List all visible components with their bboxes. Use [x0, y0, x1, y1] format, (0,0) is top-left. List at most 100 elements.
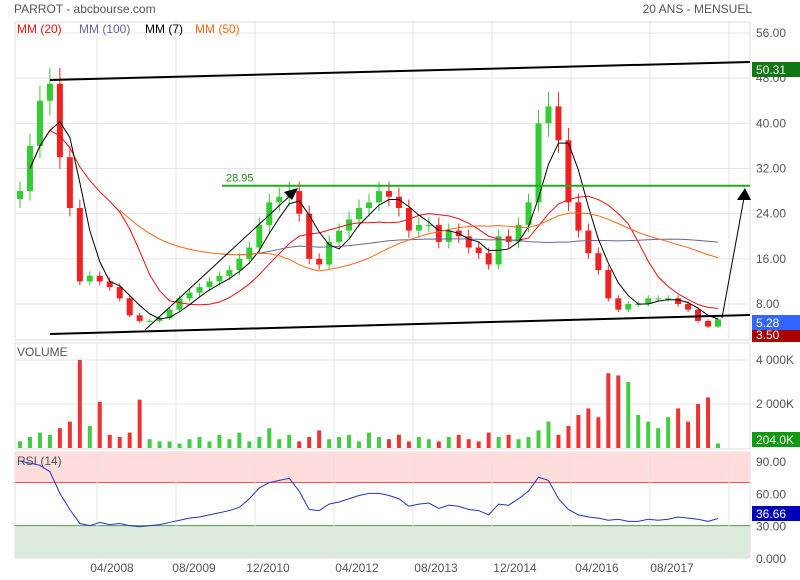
price-panel: [14, 21, 751, 341]
volume-bar: [406, 441, 411, 448]
rsi-tick-label: 30.00: [756, 520, 786, 534]
volume-bar: [546, 421, 551, 448]
volume-bar: [576, 415, 581, 448]
price-tick-label: 24.00: [756, 207, 786, 221]
candle-body: [306, 213, 313, 259]
volume-bar: [646, 421, 651, 448]
volume-bar: [27, 437, 32, 448]
volume-bar: [556, 434, 561, 448]
price-tick-label: 8.00: [756, 297, 780, 311]
volume-bar: [386, 439, 391, 448]
resistance-level-label: 28.95: [226, 173, 254, 185]
volume-bar: [217, 434, 222, 448]
candle-body: [17, 191, 23, 199]
volume-bar: [47, 434, 52, 448]
candle-body: [425, 224, 432, 226]
volume-bar: [446, 437, 451, 448]
date-tick-label: 12/2014: [493, 561, 537, 575]
volume-bar: [496, 437, 501, 448]
volume-title: VOLUME: [17, 345, 68, 359]
candle-body: [705, 320, 712, 327]
candle-body: [366, 202, 372, 209]
candle-body: [46, 83, 53, 101]
candle-body: [695, 309, 702, 321]
candle-body: [216, 275, 223, 282]
candle-body: [555, 106, 562, 141]
candle-body: [475, 247, 482, 254]
candle-body: [256, 224, 263, 248]
volume-bar: [347, 434, 352, 448]
volume-bar: [177, 443, 182, 448]
volume-bar: [117, 437, 122, 448]
date-tick-label: 04/2016: [575, 561, 619, 575]
volume-bar: [97, 401, 102, 448]
candle-body: [595, 253, 602, 271]
date-tick-label: 08/2009: [172, 561, 216, 575]
volume-bar: [187, 439, 192, 448]
candle-body: [675, 298, 682, 304]
volume-bar: [307, 437, 312, 448]
volume-bar: [157, 441, 162, 448]
candle-body: [146, 320, 153, 322]
volume-bar: [367, 432, 371, 448]
volume-bar: [526, 437, 531, 448]
candle-body: [56, 83, 63, 158]
candle-body: [385, 191, 392, 197]
volume-bar: [87, 426, 92, 448]
volume-bar: [147, 439, 152, 448]
candle-body: [226, 270, 233, 276]
price-tick-label: 40.00: [756, 116, 786, 130]
candle-body: [86, 275, 93, 282]
volume-bar: [716, 443, 720, 448]
volume-bar: [436, 441, 441, 448]
candle-body: [96, 275, 103, 282]
price-tick-label: 16.00: [756, 252, 786, 266]
legend-item: MM (7): [145, 22, 183, 36]
volume-bar: [686, 421, 691, 448]
volume-bar: [57, 428, 62, 448]
volume-tick-label: 4 000K: [756, 353, 794, 367]
candle-body: [605, 270, 612, 299]
volume-bar: [197, 437, 202, 448]
volume-bar: [137, 399, 142, 448]
candle-body: [375, 191, 382, 203]
volume-bar: [37, 432, 42, 448]
volume-tick-label: 2 000K: [756, 397, 794, 411]
volume-bar: [297, 441, 302, 448]
volume-bar: [606, 373, 611, 448]
volume-bar: [287, 434, 292, 448]
candle-body: [625, 304, 632, 310]
date-tick-label: 08/2013: [414, 561, 458, 575]
candle-body: [116, 287, 123, 299]
volume-bar: [327, 439, 332, 448]
volume-bar: [127, 432, 132, 448]
candle-body: [545, 106, 552, 124]
candle-body: [206, 281, 213, 288]
last-volume-label: 204.0K: [756, 433, 794, 447]
candle-body: [246, 247, 253, 259]
volume-bar: [207, 441, 212, 448]
volume-bar: [376, 437, 381, 448]
rsi-tick-label: 60.00: [756, 487, 786, 501]
last-low-label: 3.50: [756, 328, 780, 342]
rsi-oversold-zone: [15, 525, 750, 558]
volume-bar: [656, 428, 661, 448]
rsi-tick-label: 0.000: [756, 552, 786, 566]
volume-bar: [77, 360, 82, 448]
candle-body: [685, 304, 692, 310]
volume-bar: [636, 415, 641, 448]
candle-body: [505, 236, 512, 242]
volume-bar: [676, 408, 681, 448]
volume-bar: [486, 432, 491, 448]
rsi-title: RSI (14): [17, 454, 62, 468]
candle-body: [336, 230, 343, 242]
candle-body: [615, 298, 622, 310]
volume-bar: [516, 439, 521, 448]
candle-body: [136, 315, 143, 321]
candle-body: [445, 230, 452, 242]
candle-body: [296, 191, 303, 214]
volume-bar: [277, 439, 282, 448]
volume-bar: [357, 441, 362, 448]
date-tick-label: 04/2012: [335, 561, 379, 575]
price-tick-label: 32.00: [756, 162, 786, 176]
